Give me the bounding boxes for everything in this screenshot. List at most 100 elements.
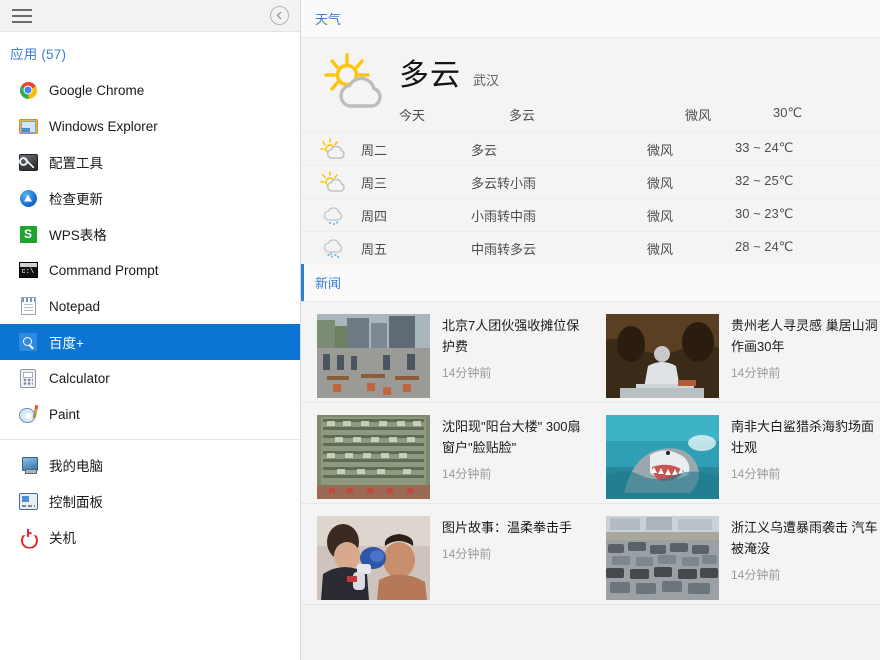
sidebar-item-control-panel[interactable]: 控制面板 bbox=[0, 483, 300, 519]
paint-palette-icon bbox=[18, 404, 38, 424]
forecast-temp: 32 ~ 25℃ bbox=[735, 173, 855, 192]
sidebar-item-label: Windows Explorer bbox=[49, 119, 158, 134]
news-item[interactable]: 贵州老人寻灵感 巢居山洞作画30年 14分钟前 bbox=[590, 306, 879, 398]
forecast-row[interactable]: 周四 小雨转中雨 微风 30 ~ 23℃ bbox=[301, 198, 880, 231]
news-item[interactable]: 图片故事：温柔拳击手 14分钟前 bbox=[301, 508, 590, 600]
weather-condition: 多云 bbox=[399, 50, 461, 94]
sidebar-item-paint[interactable]: Paint bbox=[0, 396, 300, 432]
news-thumbnail[interactable] bbox=[317, 516, 430, 600]
control-panel-icon bbox=[18, 491, 38, 511]
sidebar-item-label: Notepad bbox=[49, 299, 100, 314]
news-title[interactable]: 图片故事：温柔拳击手 bbox=[442, 517, 572, 538]
light-rain-cloud-icon bbox=[319, 204, 355, 226]
news-time: 14分钟前 bbox=[731, 566, 879, 583]
forecast-wind: 微风 bbox=[647, 173, 735, 192]
sidebar-item-notepad[interactable]: Notepad bbox=[0, 288, 300, 324]
forecast-temp: 33 ~ 24℃ bbox=[735, 140, 855, 159]
news-text: 北京7人团伙强收摊位保护费 14分钟前 bbox=[442, 314, 590, 381]
weather-today-wind: 微风 bbox=[685, 105, 773, 124]
app-list: Google Chrome Windows Explorer 配置工具 检查更新… bbox=[0, 72, 300, 660]
sidebar-item-label: 配置工具 bbox=[49, 152, 103, 172]
hamburger-icon[interactable] bbox=[12, 9, 32, 23]
news-time: 14分钟前 bbox=[442, 465, 590, 482]
news-row: 图片故事：温柔拳击手 14分钟前 bbox=[301, 504, 880, 605]
weather-card: 多云 武汉 今天 多云 微风 30℃ bbox=[301, 38, 880, 264]
news-title[interactable]: 贵州老人寻灵感 巢居山洞作画30年 bbox=[731, 315, 879, 357]
sidebar-item-config-tool[interactable]: 配置工具 bbox=[0, 144, 300, 180]
news-item[interactable]: 北京7人团伙强收摊位保护费 14分钟前 bbox=[301, 306, 590, 398]
update-arrow-icon bbox=[18, 188, 38, 208]
moderate-rain-cloud-icon bbox=[319, 237, 355, 259]
news-item[interactable]: 南非大白鲨猎杀海豹场面壮观 14分钟前 bbox=[590, 407, 879, 499]
weather-section-header[interactable]: 天气 bbox=[301, 0, 880, 38]
wrench-icon bbox=[18, 152, 38, 172]
forecast-temp: 28 ~ 24℃ bbox=[735, 239, 855, 258]
forecast-row[interactable]: 周三 多云转小雨 微风 32 ~ 25℃ bbox=[301, 165, 880, 198]
sidebar-item-label: 关机 bbox=[49, 527, 76, 547]
forecast-day: 周五 bbox=[361, 239, 471, 258]
forecast-condition: 中雨转多云 bbox=[471, 239, 647, 258]
sidebar-item-google-chrome[interactable]: Google Chrome bbox=[0, 72, 300, 108]
news-title[interactable]: 北京7人团伙强收摊位保护费 bbox=[442, 315, 590, 357]
command-prompt-icon bbox=[18, 260, 38, 280]
chevron-left-circle-icon[interactable] bbox=[270, 6, 289, 25]
news-text: 贵州老人寻灵感 巢居山洞作画30年 14分钟前 bbox=[731, 314, 879, 381]
calculator-icon bbox=[18, 368, 38, 388]
weather-city: 武汉 bbox=[473, 70, 499, 89]
news-row: 沈阳现"阳台大楼" 300扇窗户"脸贴脸" 14分钟前 bbox=[301, 403, 880, 504]
sidebar-item-label: Calculator bbox=[49, 371, 110, 386]
sun-behind-cloud-icon bbox=[319, 52, 393, 114]
news-thumbnail[interactable] bbox=[317, 314, 430, 398]
sidebar-item-baidu[interactable]: 百度+ bbox=[0, 324, 300, 360]
news-title[interactable]: 南非大白鲨猎杀海豹场面壮观 bbox=[731, 416, 879, 458]
forecast-row[interactable]: 周二 多云 微风 33 ~ 24℃ bbox=[301, 132, 880, 165]
sidebar-item-label: Paint bbox=[49, 407, 80, 422]
news-list: 北京7人团伙强收摊位保护费 14分钟前 bbox=[301, 302, 880, 605]
forecast-condition: 多云 bbox=[471, 140, 647, 159]
news-time: 14分钟前 bbox=[442, 545, 572, 562]
forecast-condition: 多云转小雨 bbox=[471, 173, 647, 192]
news-item[interactable]: 沈阳现"阳台大楼" 300扇窗户"脸贴脸" 14分钟前 bbox=[301, 407, 590, 499]
forecast-day: 周四 bbox=[361, 206, 471, 225]
sidebar-item-label: WPS表格 bbox=[49, 224, 107, 244]
news-text: 沈阳现"阳台大楼" 300扇窗户"脸贴脸" 14分钟前 bbox=[442, 415, 590, 482]
weather-current-text: 多云 武汉 今天 多云 微风 30℃ bbox=[393, 50, 880, 124]
sidebar-item-calculator[interactable]: Calculator bbox=[0, 360, 300, 396]
news-thumbnail[interactable] bbox=[317, 415, 430, 499]
sidebar-divider bbox=[0, 439, 300, 440]
my-computer-icon bbox=[18, 455, 38, 475]
folder-icon bbox=[18, 116, 38, 136]
news-row: 北京7人团伙强收摊位保护费 14分钟前 bbox=[301, 302, 880, 403]
sidebar-item-wps-spreadsheet[interactable]: WPS表格 bbox=[0, 216, 300, 252]
weather-today-condition: 多云 bbox=[509, 105, 685, 124]
sidebar-item-check-update[interactable]: 检查更新 bbox=[0, 180, 300, 216]
notepad-icon bbox=[18, 296, 38, 316]
sidebar-toolbar bbox=[0, 0, 300, 32]
sidebar-item-label: 检查更新 bbox=[49, 188, 103, 208]
forecast-row[interactable]: 周五 中雨转多云 微风 28 ~ 24℃ bbox=[301, 231, 880, 264]
sidebar-item-windows-explorer[interactable]: Windows Explorer bbox=[0, 108, 300, 144]
sidebar-item-shutdown[interactable]: 关机 bbox=[0, 519, 300, 555]
news-text: 南非大白鲨猎杀海豹场面壮观 14分钟前 bbox=[731, 415, 879, 482]
sidebar-item-label: 我的电脑 bbox=[49, 455, 103, 475]
news-time: 14分钟前 bbox=[731, 465, 879, 482]
sidebar-item-command-prompt[interactable]: Command Prompt bbox=[0, 252, 300, 288]
chrome-icon bbox=[18, 80, 38, 100]
news-time: 14分钟前 bbox=[731, 364, 879, 381]
weather-current: 多云 武汉 今天 多云 微风 30℃ bbox=[301, 38, 880, 132]
forecast-condition: 小雨转中雨 bbox=[471, 206, 647, 225]
news-title[interactable]: 浙江义乌遭暴雨袭击 汽车被淹没 bbox=[731, 517, 879, 559]
news-thumbnail[interactable] bbox=[606, 415, 719, 499]
news-thumbnail[interactable] bbox=[606, 314, 719, 398]
forecast-wind: 微风 bbox=[647, 239, 735, 258]
news-time: 14分钟前 bbox=[442, 364, 590, 381]
news-text: 图片故事：温柔拳击手 14分钟前 bbox=[442, 516, 572, 562]
forecast-wind: 微风 bbox=[647, 140, 735, 159]
sidebar: 应用 (57) Google Chrome Windows Explorer 配… bbox=[0, 0, 301, 660]
sidebar-item-my-computer[interactable]: 我的电脑 bbox=[0, 447, 300, 483]
news-thumbnail[interactable] bbox=[606, 516, 719, 600]
news-section-header[interactable]: 新闻 bbox=[301, 264, 880, 302]
news-title[interactable]: 沈阳现"阳台大楼" 300扇窗户"脸贴脸" bbox=[442, 416, 590, 458]
news-item[interactable]: 浙江义乌遭暴雨袭击 汽车被淹没 14分钟前 bbox=[590, 508, 879, 600]
sidebar-item-label: Google Chrome bbox=[49, 83, 144, 98]
